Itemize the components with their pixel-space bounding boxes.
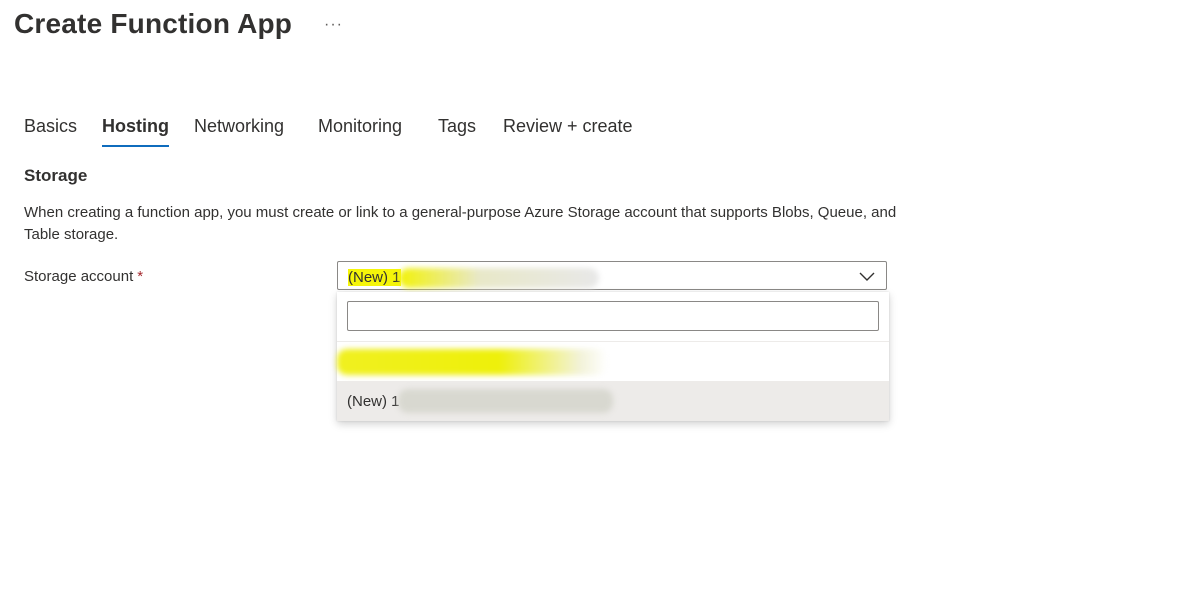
redacted-value bbox=[337, 349, 607, 375]
tab-review-create[interactable]: Review + create bbox=[503, 116, 633, 145]
redacted-value bbox=[398, 268, 599, 288]
tab-monitoring[interactable]: Monitoring bbox=[318, 116, 402, 145]
redacted-value bbox=[397, 389, 613, 413]
selected-value-text: (New) 1 bbox=[348, 268, 401, 286]
page-title: Create Function App bbox=[14, 8, 293, 39]
more-options-icon[interactable]: ··· bbox=[324, 16, 343, 34]
storage-account-selected-value: (New) 1 bbox=[348, 268, 599, 288]
dropdown-option[interactable]: (New) 1 bbox=[337, 381, 889, 421]
storage-account-dropdown: (New) 1 bbox=[337, 292, 889, 421]
tab-tags[interactable]: Tags bbox=[438, 116, 476, 145]
tab-networking[interactable]: Networking bbox=[194, 116, 284, 145]
tab-hosting[interactable]: Hosting bbox=[102, 116, 169, 147]
option-label: (New) 1 bbox=[347, 392, 400, 410]
required-marker: * bbox=[137, 268, 144, 285]
dropdown-option[interactable] bbox=[337, 342, 889, 382]
storage-account-label: Storage account * bbox=[24, 268, 143, 285]
storage-section-title: Storage bbox=[24, 166, 88, 185]
storage-account-select[interactable]: (New) 1 bbox=[337, 261, 887, 290]
chevron-down-icon bbox=[859, 272, 875, 281]
storage-description: When creating a function app, you must c… bbox=[24, 204, 897, 243]
storage-account-label-text: Storage account bbox=[24, 268, 134, 285]
tab-basics[interactable]: Basics bbox=[24, 116, 77, 145]
dropdown-search-input[interactable] bbox=[347, 301, 879, 331]
